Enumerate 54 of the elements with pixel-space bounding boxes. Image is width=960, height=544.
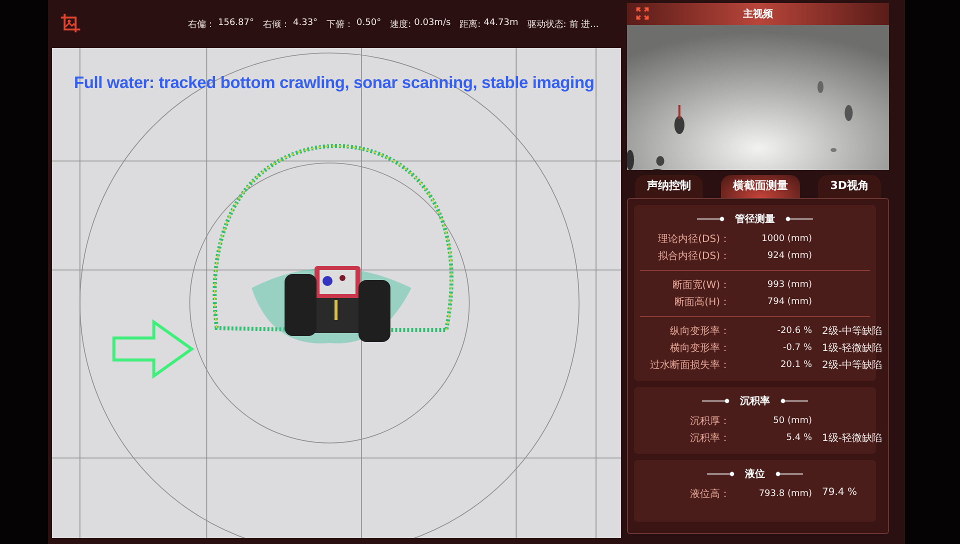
field-label: 沉积厚： (689, 415, 730, 428)
field-value: 1000 (mm) (760, 234, 812, 244)
field-value: 793.8 (mm) (758, 489, 812, 499)
field-label: 断面宽(W)： (671, 278, 730, 292)
field-value: 993 (mm) (766, 280, 812, 290)
tab[interactable]: 3D视角 (818, 175, 881, 198)
grade-text: 2级-中等缺陷 (822, 324, 882, 338)
tab[interactable]: 声纳控制 (635, 175, 703, 198)
grade-text: 2级-中等缺陷 (822, 358, 882, 372)
stat-value: 4.33° (293, 18, 318, 30)
video-title: 主视频 (742, 7, 774, 21)
field-label: 沉积率： (689, 432, 730, 445)
field-label: 过水断面损失率： (649, 358, 730, 372)
arrow-icon (112, 319, 194, 379)
ornament-icon (702, 398, 732, 404)
grade-text: 79.4 % (822, 487, 858, 500)
section-title: 管径测量 (735, 212, 775, 226)
field-value: -20.6 % (776, 326, 812, 336)
section-title: 沉积率 (740, 394, 770, 408)
stat-value: 156.87° (218, 18, 254, 30)
stat-value: 0.50° (356, 18, 382, 30)
stat-label: 下俯： (326, 18, 354, 30)
field-label: 断面高(H)： (674, 296, 730, 309)
ornament-icon (778, 398, 808, 404)
grade-text: 1级-轻微缺陷 (822, 342, 882, 355)
stat-label: 驱动状态: (527, 18, 566, 30)
ornament-icon (697, 216, 727, 222)
fullscreen-icon[interactable] (636, 7, 649, 20)
section-title: 液位 (745, 467, 765, 481)
ornament-icon (707, 471, 737, 477)
stat-label: 右倾： (263, 18, 290, 30)
field-value: 924 (mm) (766, 251, 812, 261)
grade-text: 1级-轻微缺陷 (822, 432, 882, 445)
field-value: -0.7 % (782, 343, 812, 353)
ornament-icon (773, 471, 803, 477)
field-label: 理论内径(DS)： (657, 232, 730, 246)
caption-text: Full water: tracked bottom crawling, sonar scanning, stable imaging (74, 74, 594, 93)
stat-value: 44.73m (484, 18, 518, 30)
field-label: 拟合内径(DS)： (657, 250, 730, 263)
stat-label: 速度: (390, 18, 412, 30)
ornament-icon (783, 216, 813, 222)
field-label: 纵向变形率： (669, 324, 730, 338)
stat-value: 0.03m/s (414, 18, 451, 30)
field-value: 794 (mm) (766, 297, 812, 307)
field-label: 液位高： (689, 488, 730, 501)
field-value: 20.1 % (780, 360, 812, 370)
stat-label: 右偏： (188, 18, 215, 30)
image-crop-icon (60, 13, 82, 35)
field-label: 横向变形率： (669, 342, 730, 355)
field-value: 50 (mm) (772, 416, 812, 426)
stat-value: 前 进... (569, 18, 599, 30)
field-value: 5.4 % (785, 433, 812, 443)
stat-label: 距离: (460, 18, 481, 30)
tab[interactable]: 横截面测量 (721, 175, 800, 198)
